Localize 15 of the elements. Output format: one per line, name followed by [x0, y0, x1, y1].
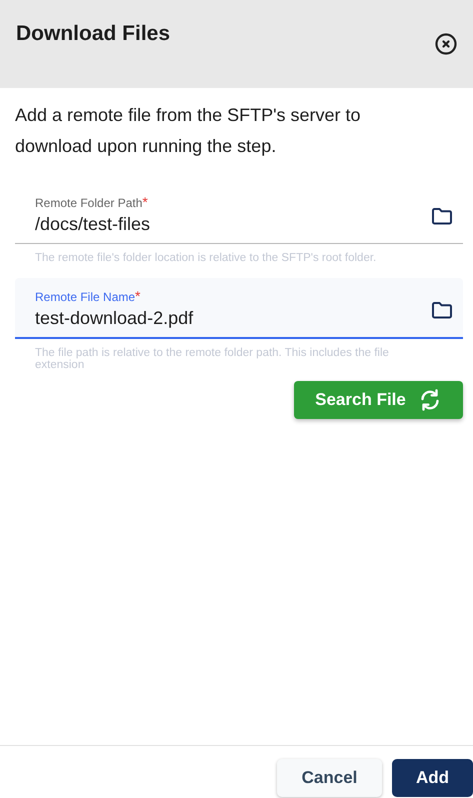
help-text: The remote file's folder location is relative to the SFTP's root folder.	[34, 251, 378, 264]
field-value: /docs/test-files	[35, 213, 152, 236]
close-icon[interactable]	[434, 32, 458, 56]
folder-icon[interactable]	[431, 300, 453, 318]
folder-icon[interactable]	[431, 206, 453, 224]
help-text: The file path is relative to the remote folder path. This includes the file extension	[34, 346, 390, 371]
cancel-button[interactable]: Cancel	[277, 759, 382, 797]
dialog-description: Add a remote file from the SFTP's server to download upon running the step.	[15, 104, 362, 158]
field-value: test-download-2.pdf	[35, 307, 194, 330]
add-button[interactable]: Add	[392, 759, 473, 797]
text-field[interactable]: Remote Folder Path* /docs/test-files	[15, 184, 463, 244]
field-label: Remote Folder Path*	[35, 194, 149, 211]
field-label: Remote File Name*	[35, 288, 142, 305]
text-field[interactable]: Remote File Name* test-download-2.pdf	[15, 278, 463, 339]
dialog-title: Download Files	[16, 22, 170, 46]
